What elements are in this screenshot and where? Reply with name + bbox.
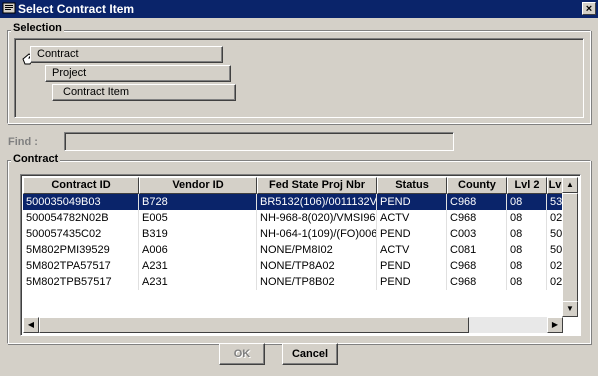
window-title: Select Contract Item bbox=[18, 2, 135, 16]
selection-level-label: Contract bbox=[37, 48, 79, 60]
cell-vendor-id: A231 bbox=[139, 274, 257, 290]
table-row[interactable]: 5M802PMI39529 A006 NONE/PM8I02 ACTV C081… bbox=[23, 242, 563, 258]
close-icon: × bbox=[585, 3, 593, 15]
cell-lvl3: 02 bbox=[547, 210, 563, 226]
table-row[interactable]: 500035049B03 B728 BR5132(106)/0011132V P… bbox=[23, 194, 563, 210]
contract-legend: Contract bbox=[11, 153, 61, 165]
cell-lvl3: 02 bbox=[547, 274, 563, 290]
cell-proj-nbr: NH-064-1(109)/(FO)0064 bbox=[257, 226, 377, 242]
cell-contract-id: 5M802PMI39529 bbox=[23, 242, 139, 258]
cell-lvl2: 08 bbox=[507, 226, 547, 242]
cell-lvl2: 08 bbox=[507, 274, 547, 290]
cell-vendor-id: A231 bbox=[139, 258, 257, 274]
cell-vendor-id: A006 bbox=[139, 242, 257, 258]
column-header-status[interactable]: Status bbox=[377, 177, 447, 194]
cell-lvl2: 08 bbox=[507, 242, 547, 258]
cell-status: ACTV bbox=[377, 210, 447, 226]
cell-vendor-id: B728 bbox=[139, 194, 257, 210]
contract-grid[interactable]: Contract ID Vendor ID Fed State Proj Nbr… bbox=[20, 174, 581, 336]
vertical-scrollbar[interactable]: ▲ ▼ bbox=[562, 177, 578, 317]
selection-level-contract-item[interactable]: Contract Item bbox=[52, 84, 236, 101]
cell-contract-id: 500057435C02 bbox=[23, 226, 139, 242]
cell-status: ACTV bbox=[377, 242, 447, 258]
cell-county: C003 bbox=[447, 226, 507, 242]
column-header-fed-state-proj-nbr[interactable]: Fed State Proj Nbr bbox=[257, 177, 377, 194]
grid-header: Contract ID Vendor ID Fed State Proj Nbr… bbox=[23, 177, 563, 194]
cell-vendor-id: E005 bbox=[139, 210, 257, 226]
column-header-lvl2[interactable]: Lvl 2 bbox=[507, 177, 547, 194]
column-header-vendor-id[interactable]: Vendor ID bbox=[139, 177, 257, 194]
selection-level-contract[interactable]: Contract bbox=[30, 46, 223, 63]
horizontal-scroll-thumb[interactable] bbox=[39, 317, 469, 333]
cell-proj-nbr: NH-968-8(020)/VMSI968 bbox=[257, 210, 377, 226]
cell-status: PEND bbox=[377, 226, 447, 242]
vertical-scroll-thumb[interactable] bbox=[562, 193, 578, 303]
column-header-lvl3[interactable]: Lv bbox=[547, 177, 563, 194]
cell-vendor-id: B319 bbox=[139, 226, 257, 242]
title-bar: Select Contract Item × bbox=[0, 0, 598, 18]
app-icon bbox=[2, 2, 16, 14]
cell-contract-id: 500035049B03 bbox=[23, 194, 139, 210]
selection-level-project[interactable]: Project bbox=[45, 65, 231, 82]
cell-lvl3: 53 bbox=[547, 194, 563, 210]
cell-county: C968 bbox=[447, 274, 507, 290]
scroll-left-arrow-icon[interactable]: ◀ bbox=[23, 317, 39, 333]
cell-lvl3: 50 bbox=[547, 226, 563, 242]
horizontal-scrollbar[interactable]: ◀ ▶ bbox=[23, 317, 563, 333]
selection-level-label: Contract Item bbox=[63, 86, 130, 98]
column-header-county[interactable]: County bbox=[447, 177, 507, 194]
ok-button[interactable]: OK bbox=[219, 343, 265, 365]
cell-proj-nbr: BR5132(106)/0011132V bbox=[257, 194, 377, 210]
cell-lvl2: 08 bbox=[507, 258, 547, 274]
cell-contract-id: 500054782N02B bbox=[23, 210, 139, 226]
cell-contract-id: 5M802TPB57517 bbox=[23, 274, 139, 290]
find-label: Find : bbox=[8, 136, 38, 148]
cell-proj-nbr: NONE/PM8I02 bbox=[257, 242, 377, 258]
cancel-button[interactable]: Cancel bbox=[282, 343, 338, 365]
table-row[interactable]: 500057435C02 B319 NH-064-1(109)/(FO)0064… bbox=[23, 226, 563, 242]
selection-legend: Selection bbox=[11, 22, 64, 34]
cell-contract-id: 5M802TPA57517 bbox=[23, 258, 139, 274]
scroll-up-arrow-icon[interactable]: ▲ bbox=[562, 177, 578, 193]
cell-lvl3: 02 bbox=[547, 258, 563, 274]
table-row[interactable]: 500054782N02B E005 NH-968-8(020)/VMSI968… bbox=[23, 210, 563, 226]
cell-county: C081 bbox=[447, 242, 507, 258]
cell-proj-nbr: NONE/TP8A02 bbox=[257, 258, 377, 274]
cell-status: PEND bbox=[377, 274, 447, 290]
cell-lvl2: 08 bbox=[507, 194, 547, 210]
column-header-contract-id[interactable]: Contract ID bbox=[23, 177, 139, 194]
close-button[interactable]: × bbox=[582, 2, 596, 15]
cell-proj-nbr: NONE/TP8B02 bbox=[257, 274, 377, 290]
cell-county: C968 bbox=[447, 258, 507, 274]
cell-status: PEND bbox=[377, 258, 447, 274]
scroll-down-arrow-icon[interactable]: ▼ bbox=[562, 301, 578, 317]
find-input[interactable] bbox=[64, 132, 454, 151]
cell-status: PEND bbox=[377, 194, 447, 210]
cell-lvl2: 08 bbox=[507, 210, 547, 226]
table-row[interactable]: 5M802TPB57517 A231 NONE/TP8B02 PEND C968… bbox=[23, 274, 563, 290]
scroll-right-arrow-icon[interactable]: ▶ bbox=[547, 317, 563, 333]
table-row[interactable]: 5M802TPA57517 A231 NONE/TP8A02 PEND C968… bbox=[23, 258, 563, 274]
selection-level-label: Project bbox=[52, 67, 87, 79]
cell-county: C968 bbox=[447, 210, 507, 226]
cell-lvl3: 50 bbox=[547, 242, 563, 258]
cell-county: C968 bbox=[447, 194, 507, 210]
